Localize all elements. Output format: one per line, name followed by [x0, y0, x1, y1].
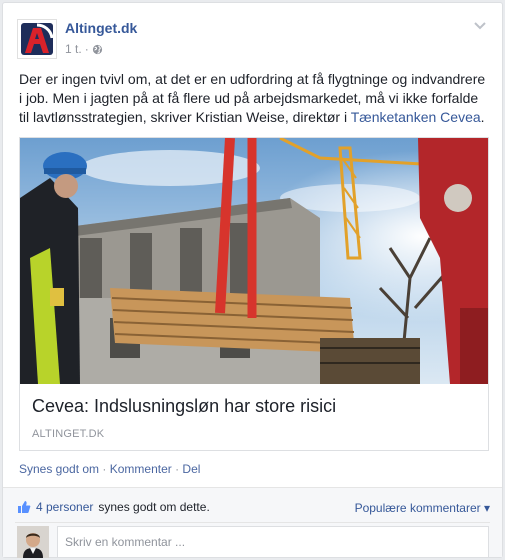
post-text: Der er ingen tvivl om, at det er en udfo… — [19, 70, 491, 127]
share-action[interactable]: Del — [182, 462, 200, 476]
link-preview-card[interactable]: Cevea: Indslusningsløn har store risici … — [19, 137, 489, 451]
altinget-logo[interactable] — [17, 19, 57, 59]
like-action[interactable]: Synes godt om — [19, 462, 99, 476]
post-card: Altinget.dk 1 t. · Der er ingen tvivl om… — [2, 2, 503, 558]
comment-input[interactable] — [57, 526, 489, 558]
thumbs-up-icon — [17, 500, 31, 514]
page-name[interactable]: Altinget.dk — [65, 20, 137, 36]
feedback-area: 4 personer synes godt om dette. Populære… — [3, 487, 502, 558]
post-actions: Synes godt om · Kommenter · Del — [19, 462, 200, 476]
globe-icon — [92, 44, 103, 55]
divider — [15, 522, 490, 523]
action-sep-1: · — [99, 462, 110, 476]
post-time[interactable]: 1 t. — [65, 42, 82, 56]
link-preview-image — [20, 138, 488, 384]
meta-separator: · — [84, 42, 89, 56]
comment-action[interactable]: Kommenter — [110, 462, 172, 476]
post-text-end: . — [480, 109, 485, 125]
likes-count[interactable]: 4 personer — [36, 500, 93, 514]
link-title[interactable]: Cevea: Indslusningsløn har store risici — [32, 396, 336, 417]
user-avatar[interactable] — [17, 526, 49, 558]
likes-summary: 4 personer synes godt om dette. — [17, 500, 210, 514]
post-meta: 1 t. · — [65, 42, 103, 56]
post-header: Altinget.dk 1 t. · — [17, 15, 490, 59]
link-domain: ALTINGET.DK — [32, 428, 105, 440]
post-text-link[interactable]: Tænketanken Cevea — [351, 109, 481, 125]
action-sep-2: · — [171, 462, 183, 476]
popular-comments-dropdown[interactable]: Populære kommentarer ▾ — [355, 501, 490, 515]
chevron-down-icon[interactable] — [472, 19, 488, 33]
likes-text: synes godt om dette. — [98, 500, 210, 514]
